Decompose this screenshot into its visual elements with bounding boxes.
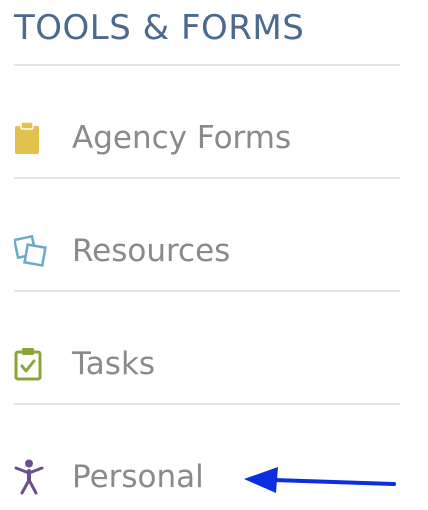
divider <box>14 64 400 66</box>
menu-item-resources[interactable]: Resources <box>14 221 404 281</box>
task-check-icon <box>14 347 48 381</box>
menu-item-label: Tasks <box>72 346 156 382</box>
arrow-left-icon <box>244 467 396 493</box>
section-title: TOOLS & FORMS <box>14 8 305 48</box>
clipboard-icon <box>14 121 48 155</box>
resources-icon <box>14 234 48 268</box>
menu-item-label: Resources <box>72 233 231 269</box>
menu-item-tasks[interactable]: Tasks <box>14 334 404 394</box>
menu-item-label: Personal <box>72 459 204 495</box>
divider <box>14 290 400 292</box>
menu-item-label: Agency Forms <box>72 120 292 156</box>
person-icon <box>14 459 48 495</box>
menu-item-agency-forms[interactable]: Agency Forms <box>14 108 404 168</box>
divider <box>14 177 400 179</box>
divider <box>14 403 400 405</box>
